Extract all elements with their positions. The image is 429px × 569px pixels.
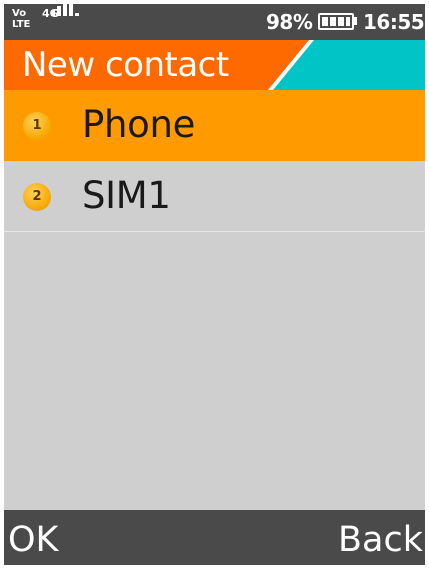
volte-label-bottom: LTE [12,19,31,30]
battery-icon [318,13,354,30]
softkey-bar: OK Back [4,510,425,565]
menu-item-sim1[interactable]: 2 SIM1 [4,161,425,232]
status-bar: Vo LTE 4G 98% 16:55 [4,4,425,40]
number-two-icon: 2 [23,183,51,211]
phone-screen: Vo LTE 4G 98% 16:55 New contact 1 Phone [4,4,425,565]
back-softkey[interactable]: Back [338,520,423,560]
number-one-icon: 1 [23,112,51,140]
title-bar: New contact [4,40,425,90]
menu-item-label: Phone [82,103,196,146]
save-location-list: 1 Phone 2 SIM1 [4,90,425,232]
volte-label-top: Vo [12,8,27,19]
ok-softkey[interactable]: OK [8,520,59,560]
menu-item-label: SIM1 [82,174,171,217]
battery-percentage: 98% [266,10,313,34]
battery-tip-icon [354,17,357,25]
menu-item-phone[interactable]: 1 Phone [4,90,425,161]
clock: 16:55 [363,10,425,34]
volte-indicator: Vo LTE [12,8,36,30]
page-title: New contact [22,45,229,85]
